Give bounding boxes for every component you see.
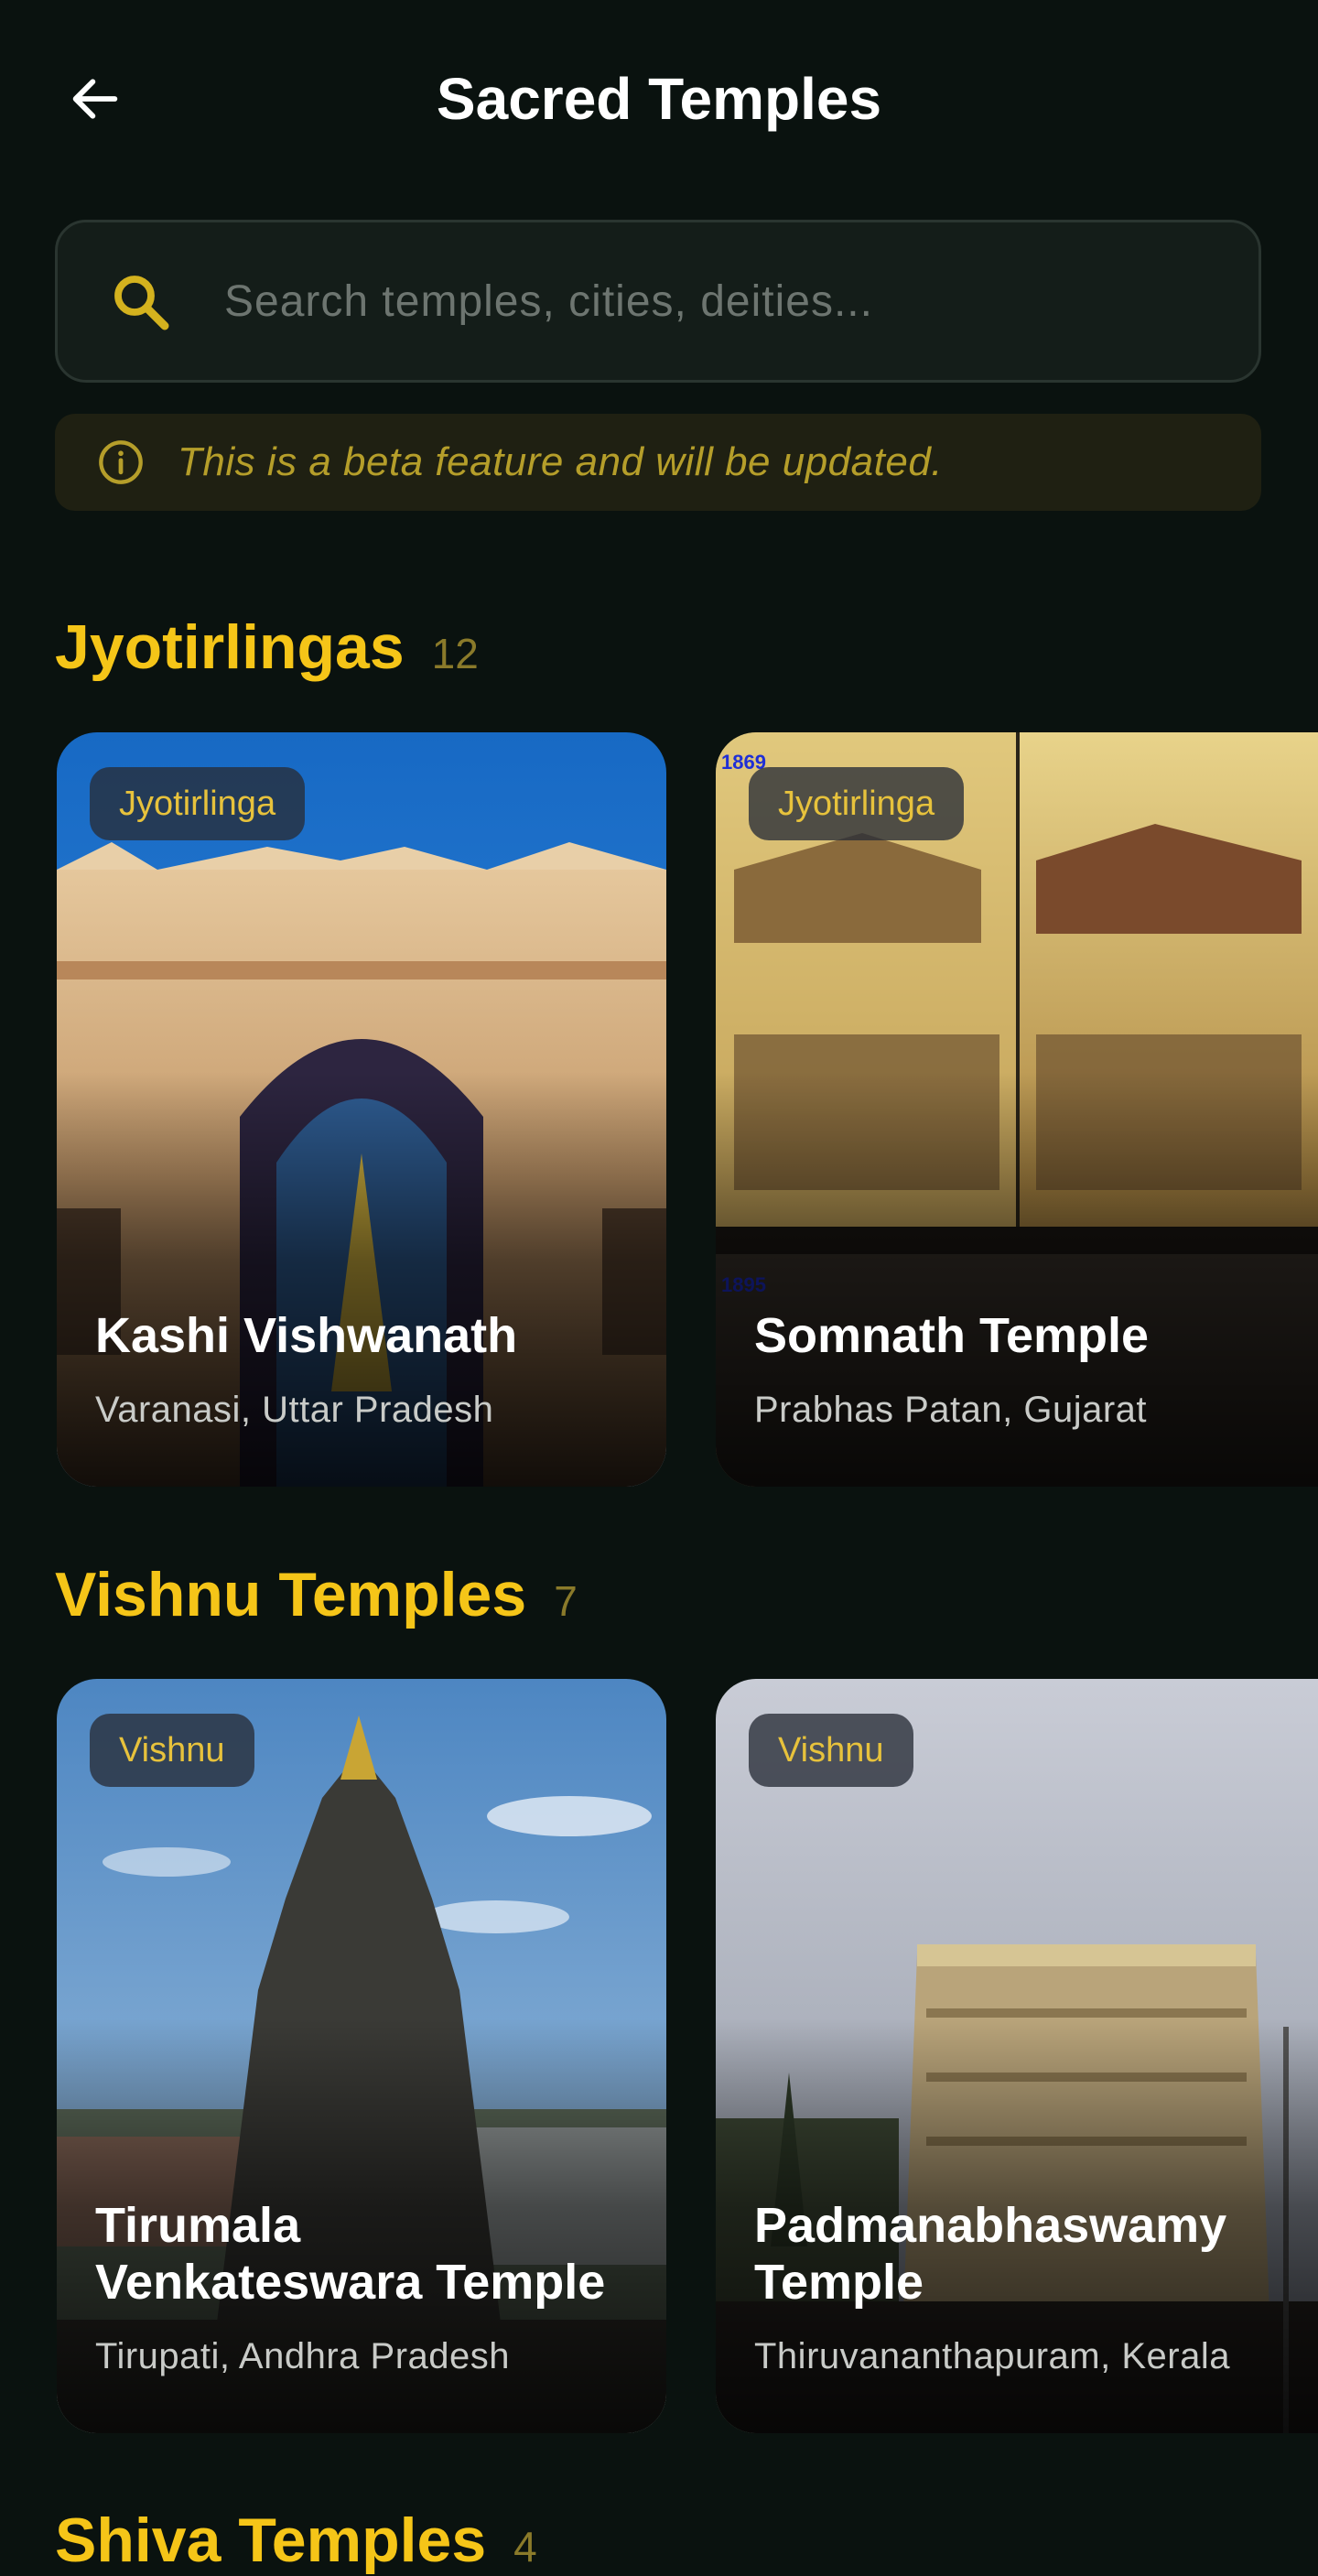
- category-badge: Vishnu: [749, 1714, 913, 1787]
- category-badge: Jyotirlinga: [90, 767, 306, 840]
- temple-name: Kashi Vishwanath: [95, 1308, 518, 1363]
- info-icon: [99, 440, 143, 484]
- page-title: Sacred Temples: [436, 66, 882, 132]
- temple-card-somnath[interactable]: 1869 1895 Jyotirlinga Somnath Temple Pra…: [716, 732, 1318, 1487]
- temple-location: Varanasi, Uttar Pradesh: [95, 1390, 494, 1430]
- temple-name: Padmanabhaswamy Temple: [754, 2198, 1227, 2310]
- category-badge: Vishnu: [90, 1714, 254, 1787]
- temple-card-tirumala-venkateswara[interactable]: Vishnu Tirumala Venkateswara Temple Tiru…: [57, 1679, 666, 2433]
- section-header-shiva-temples: Shiva Temples 4: [55, 2505, 537, 2576]
- temple-location: Prabhas Patan, Gujarat: [754, 1390, 1148, 1430]
- temple-card-padmanabhaswamy[interactable]: Vishnu Padmanabhaswamy Temple Thiruvanan…: [716, 1679, 1318, 2433]
- section-title: Vishnu Temples: [55, 1560, 527, 1629]
- section-title: Jyotirlingas: [55, 612, 405, 682]
- section-count: 7: [554, 1577, 578, 1625]
- section-count: 12: [431, 630, 479, 677]
- beta-notice: This is a beta feature and will be updat…: [55, 414, 1261, 511]
- temple-name: Tirumala Venkateswara Temple: [95, 2198, 606, 2310]
- search-input[interactable]: [222, 275, 1141, 328]
- section-count: 4: [513, 2523, 537, 2571]
- section-title: Shiva Temples: [55, 2506, 487, 2575]
- temple-card-kashi-vishwanath[interactable]: Jyotirlinga Kashi Vishwanath Varanasi, U…: [57, 732, 666, 1487]
- search-bar[interactable]: [55, 220, 1261, 383]
- temple-location: Tirupati, Andhra Pradesh: [95, 2336, 510, 2376]
- search-icon: [114, 276, 169, 330]
- beta-notice-text: This is a beta feature and will be updat…: [178, 439, 944, 484]
- temple-name: Somnath Temple: [754, 1308, 1150, 1363]
- temple-location: Thiruvananthapuram, Kerala: [754, 2336, 1230, 2376]
- app-header: Sacred Temples: [0, 0, 1318, 194]
- section-header-jyotirlingas: Jyotirlingas 12: [55, 612, 479, 683]
- category-badge: Jyotirlinga: [749, 767, 965, 840]
- section-header-vishnu-temples: Vishnu Temples 7: [55, 1559, 578, 1630]
